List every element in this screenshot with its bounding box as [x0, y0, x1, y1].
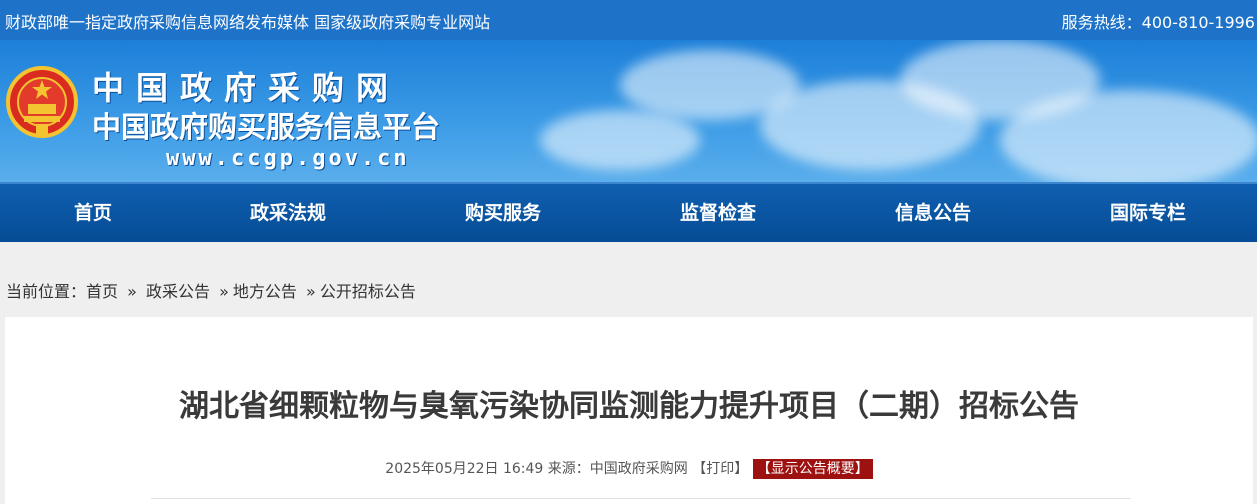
- breadcrumb-separator: »: [306, 282, 316, 301]
- nav-item-home[interactable]: 首页: [23, 184, 163, 242]
- article-card: 湖北省细颗粒物与臭氧污染协同监测能力提升项目（二期）招标公告 2025年05月2…: [5, 317, 1253, 504]
- print-link[interactable]: 【打印】: [692, 461, 748, 477]
- article-meta: 2025年05月22日 16:49 来源：中国政府采购网 【打印】 【显示公告概…: [5, 458, 1253, 479]
- site-slogan: 财政部唯一指定政府采购信息网络发布媒体 国家级政府采购专业网站: [5, 13, 491, 32]
- service-hotline: 服务热线：400-810-1996: [1061, 13, 1255, 32]
- site-title[interactable]: 中国政府采购网: [92, 70, 400, 106]
- nav-item-supervision[interactable]: 监督检查: [648, 184, 788, 242]
- publish-date: 2025年05月22日 16:49: [385, 461, 544, 477]
- breadcrumb-open-tender[interactable]: 公开招标公告: [320, 282, 416, 301]
- breadcrumb-procurement-announcements[interactable]: 政采公告: [146, 282, 210, 301]
- divider: [151, 498, 1131, 499]
- breadcrumb: 当前位置：首页 » 政采公告 » 地方公告 » 公开招标公告: [6, 278, 416, 302]
- breadcrumb-prefix: 当前位置：: [6, 282, 87, 301]
- breadcrumb-separator: »: [219, 282, 229, 301]
- source-name: 中国政府采购网: [589, 461, 688, 477]
- breadcrumb-home[interactable]: 首页: [86, 282, 118, 301]
- breadcrumb-separator: »: [127, 282, 137, 301]
- top-strip: 财政部唯一指定政府采购信息网络发布媒体 国家级政府采购专业网站 服务热线：400…: [0, 0, 1257, 40]
- site-banner: 中国政府采购网 中国政府购买服务信息平台 www.ccgp.gov.cn: [0, 40, 1257, 182]
- nav-item-regulations[interactable]: 政采法规: [218, 184, 358, 242]
- nav-item-international[interactable]: 国际专栏: [1078, 184, 1218, 242]
- main-nav: 首页 政采法规 购买服务 监督检查 信息公告 国际专栏: [0, 182, 1257, 242]
- show-summary-button[interactable]: 【显示公告概要】: [752, 459, 873, 479]
- national-emblem-icon[interactable]: [6, 64, 78, 142]
- article-title: 湖北省细颗粒物与臭氧污染协同监测能力提升项目（二期）招标公告: [179, 389, 1079, 424]
- nav-item-purchase-services[interactable]: 购买服务: [433, 184, 573, 242]
- site-subtitle: 中国政府购买服务信息平台: [92, 110, 441, 144]
- nav-item-announcements[interactable]: 信息公告: [863, 184, 1003, 242]
- source-label: 来源：: [547, 461, 590, 477]
- breadcrumb-local-announcements[interactable]: 地方公告: [233, 282, 297, 301]
- site-url: www.ccgp.gov.cn: [166, 146, 410, 171]
